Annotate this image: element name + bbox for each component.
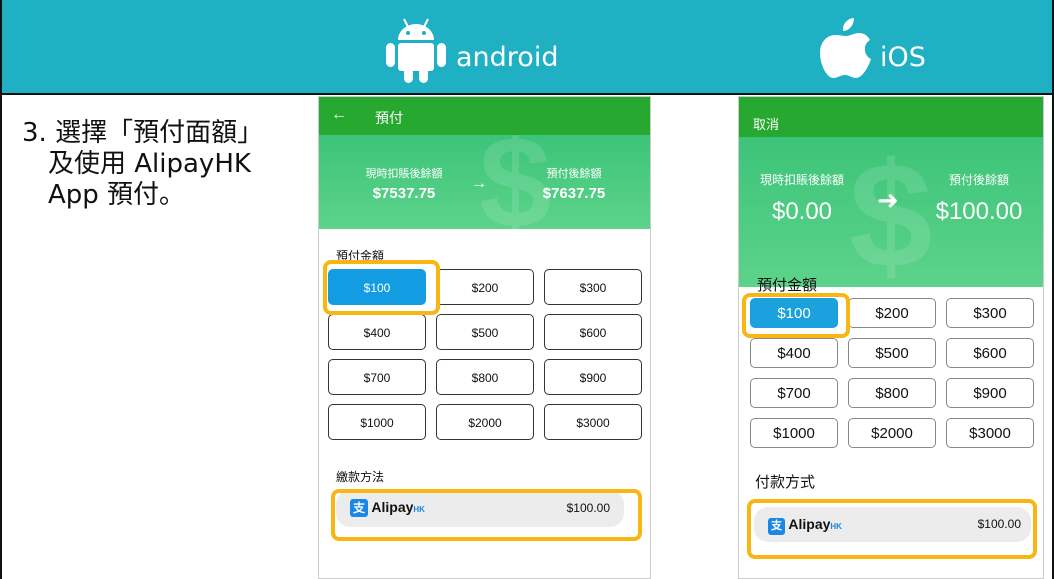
ios-after-balance: 預付後餘額 $100.00 xyxy=(923,171,1035,226)
ios-current-label: 現時扣賬後餘額 xyxy=(759,173,844,187)
amount-option-800[interactable]: $800 xyxy=(436,359,534,395)
ios-payment-section-title: 付款方式 xyxy=(755,474,816,491)
apple-logo-icon xyxy=(820,18,871,78)
amount-option-300[interactable]: $300 xyxy=(946,298,1034,328)
amount-option-900[interactable]: $900 xyxy=(544,359,642,395)
amount-option-400[interactable]: $400 xyxy=(328,314,426,350)
ios-after-label: 預付後餘額 xyxy=(948,173,1009,187)
amount-option-700[interactable]: $700 xyxy=(750,378,838,408)
android-amount-section-title: 預付金額 xyxy=(336,249,385,263)
ios-cancel-button[interactable]: 取消 xyxy=(753,114,779,133)
step-instruction: 3. 選擇「預付面額」 及使用 AlipayHK App 預付。 xyxy=(22,118,292,211)
alipayhk-logo: 支 AlipayHK xyxy=(350,499,425,517)
amount-option-3000[interactable]: $3000 xyxy=(946,418,1034,448)
android-payment-section-title: 繳款方法 xyxy=(336,470,385,484)
platform-header: android iOS xyxy=(0,0,1054,95)
amount-option-500[interactable]: $500 xyxy=(436,314,534,350)
android-page-title: 預付 xyxy=(375,110,403,126)
android-label: android xyxy=(456,42,559,73)
android-balance-panel: $ 現時扣賬後餘額 $7537.75 → 預付後餘額 $7637.75 xyxy=(319,135,650,229)
amount-option-1000[interactable]: $1000 xyxy=(328,404,426,440)
ios-balance-panel: $ 現時扣賬後餘額 $0.00 ➜ 預付後餘額 $100.00 xyxy=(739,137,1043,287)
android-current-value: $7537.75 xyxy=(372,185,436,202)
instruction-line-1: 3. 選擇「預付面額」 xyxy=(22,118,264,148)
ios-label: iOS xyxy=(880,42,926,73)
android-payment-amount: $100.00 xyxy=(566,501,610,515)
ios-current-value: $0.00 xyxy=(771,198,833,225)
amount-option-800[interactable]: $800 xyxy=(848,378,936,408)
ios-after-value: $100.00 xyxy=(935,198,1023,225)
amount-option-700[interactable]: $700 xyxy=(328,359,426,395)
android-app-bar: ← 預付 xyxy=(319,97,650,135)
android-screen: ← 預付 $ 現時扣賬後餘額 $7537.75 → 預付後餘額 $7637.75… xyxy=(318,96,651,579)
android-current-balance: 現時扣賬後餘額 $7537.75 xyxy=(349,165,459,202)
alipay-hk-suffix: HK xyxy=(413,505,425,514)
column-divider-left xyxy=(0,0,2,579)
amount-option-500[interactable]: $500 xyxy=(848,338,936,368)
amount-option-100[interactable]: $100 xyxy=(328,269,426,305)
alipayhk-logo: 支 AlipayHK xyxy=(768,516,842,535)
amount-option-100[interactable]: $100 xyxy=(750,298,838,328)
amount-option-600[interactable]: $600 xyxy=(946,338,1034,368)
ios-current-balance: 現時扣賬後餘額 $0.00 xyxy=(747,171,857,226)
amount-option-200[interactable]: $200 xyxy=(436,269,534,305)
amount-option-900[interactable]: $900 xyxy=(946,378,1034,408)
amount-option-300[interactable]: $300 xyxy=(544,269,642,305)
amount-option-600[interactable]: $600 xyxy=(544,314,642,350)
ios-payment-amount: $100.00 xyxy=(977,517,1021,531)
ios-amount-section-title: 預付金額 xyxy=(757,277,818,294)
ios-screen: 取消 $ 現時扣賬後餘額 $0.00 ➜ 預付後餘額 $100.00 預付金額 … xyxy=(738,96,1044,579)
instruction-line-3: App 預付。 xyxy=(48,180,186,210)
instruction-line-2: 及使用 AlipayHK xyxy=(48,149,251,179)
alipay-name: Alipay xyxy=(371,499,414,515)
alipay-hk-suffix: HK xyxy=(830,522,842,531)
android-after-balance: 預付後餘額 $7637.75 xyxy=(519,165,629,202)
ios-arrow-icon: ➜ xyxy=(877,185,899,215)
alipay-mark-icon: 支 xyxy=(350,499,368,517)
android-current-label: 現時扣賬後餘額 xyxy=(365,168,443,180)
amount-option-1000[interactable]: $1000 xyxy=(750,418,838,448)
android-alipay-option[interactable]: 支 AlipayHK $100.00 xyxy=(336,490,624,527)
ios-alipay-option[interactable]: 支 AlipayHK $100.00 xyxy=(754,507,1031,542)
android-after-label: 預付後餘額 xyxy=(546,168,602,180)
amount-option-3000[interactable]: $3000 xyxy=(544,404,642,440)
amount-option-2000[interactable]: $2000 xyxy=(848,418,936,448)
android-robot-icon xyxy=(386,18,446,83)
android-arrow-icon: → xyxy=(471,175,487,192)
amount-option-200[interactable]: $200 xyxy=(848,298,936,328)
amount-option-2000[interactable]: $2000 xyxy=(436,404,534,440)
back-arrow-icon[interactable]: ← xyxy=(331,106,347,124)
alipay-mark-icon: 支 xyxy=(768,518,785,535)
android-after-value: $7637.75 xyxy=(542,185,606,202)
ios-nav-bar: 取消 xyxy=(739,97,1043,137)
alipay-name: Alipay xyxy=(788,516,831,532)
amount-option-400[interactable]: $400 xyxy=(750,338,838,368)
